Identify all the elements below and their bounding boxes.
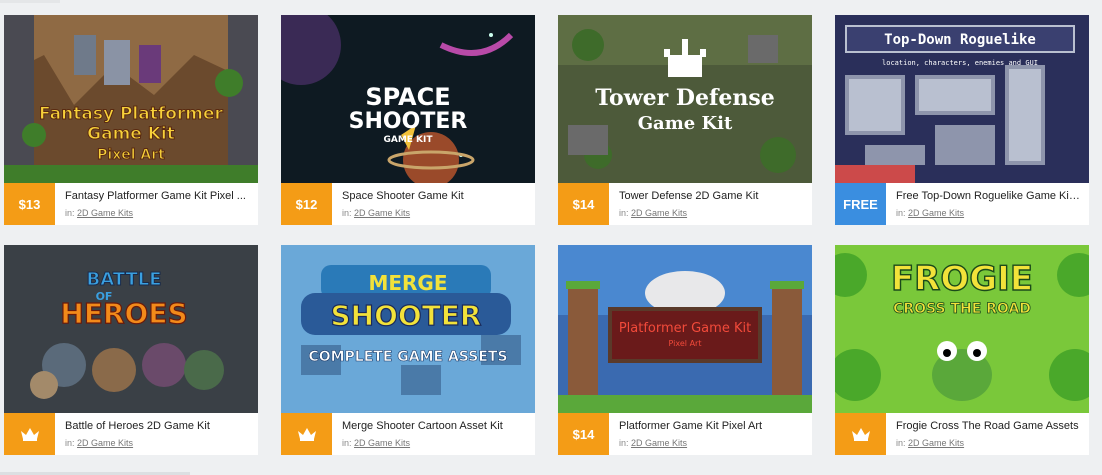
product-title[interactable]: Merge Shooter Cartoon Asset Kit (342, 420, 527, 432)
product-title[interactable]: Free Top-Down Roguelike Game Kit ... (896, 190, 1081, 202)
category-link[interactable]: 2D Game Kits (354, 438, 410, 448)
product-card-platformer-pixel[interactable]: Platformer Game Kit Pixel Art $14 Platfo… (558, 245, 812, 455)
product-title[interactable]: Frogie Cross The Road Game Assets (896, 420, 1081, 432)
product-grid: Fantasy Platformer Game Kit Pixel Art $1… (4, 15, 1089, 455)
category-line: in: 2D Game Kits (65, 208, 250, 218)
crown-icon (20, 428, 39, 441)
product-thumbnail[interactable]: Top-Down Roguelike location, characters,… (835, 15, 1089, 183)
category-prefix: in: (619, 438, 629, 448)
product-title[interactable]: Space Shooter Game Kit (342, 190, 527, 202)
category-link[interactable]: 2D Game Kits (354, 208, 410, 218)
category-line: in: 2D Game Kits (619, 438, 804, 448)
product-thumbnail[interactable]: Fantasy Platformer Game Kit Pixel Art (4, 15, 258, 183)
thumb-subtitle: SHOOTER (331, 299, 482, 332)
product-card-tower-defense[interactable]: Tower Defense Game Kit $14 Tower Defense… (558, 15, 812, 225)
product-thumbnail[interactable]: Platformer Game Kit Pixel Art (558, 245, 812, 413)
category-line: in: 2D Game Kits (896, 438, 1081, 448)
product-card-battle-of-heroes[interactable]: BATTLE OF HEROES Battle of Heroes 2D Gam… (4, 245, 258, 455)
product-card-merge-shooter[interactable]: MERGE SHOOTER COMPLETE GAME ASSETS Merge… (281, 245, 535, 455)
category-prefix: in: (342, 438, 352, 448)
thumb-title: BATTLE (87, 269, 162, 290)
thumb-tagline: GAME KIT (383, 135, 433, 145)
category-link[interactable]: 2D Game Kits (631, 208, 687, 218)
category-line: in: 2D Game Kits (342, 208, 527, 218)
product-card-roguelike[interactable]: Top-Down Roguelike location, characters,… (835, 15, 1089, 225)
product-title[interactable]: Fantasy Platformer Game Kit Pixel ... (65, 190, 250, 202)
category-line: in: 2D Game Kits (65, 438, 250, 448)
price-badge: $12 (281, 183, 332, 225)
product-title[interactable]: Platformer Game Kit Pixel Art (619, 420, 804, 432)
price-badge: $13 (4, 183, 55, 225)
thumb-tagline: Pixel Art (97, 147, 165, 163)
category-prefix: in: (896, 438, 906, 448)
category-line: in: 2D Game Kits (619, 208, 804, 218)
thumb-subtitle: SHOOTER (349, 109, 468, 134)
category-link[interactable]: 2D Game Kits (908, 208, 964, 218)
thumb-tagline: HEROES (60, 297, 187, 330)
category-link[interactable]: 2D Game Kits (77, 208, 133, 218)
product-thumbnail[interactable]: MERGE SHOOTER COMPLETE GAME ASSETS (281, 245, 535, 413)
product-title[interactable]: Battle of Heroes 2D Game Kit (65, 420, 250, 432)
category-line: in: 2D Game Kits (342, 438, 527, 448)
category-link[interactable]: 2D Game Kits (908, 438, 964, 448)
product-card-space-shooter[interactable]: SPACE SHOOTER GAME KIT $12 Space Shooter… (281, 15, 535, 225)
thumb-title: Top-Down Roguelike (884, 32, 1036, 48)
price-badge (4, 413, 55, 455)
thumb-subtitle: CROSS THE ROAD (893, 301, 1031, 317)
thumb-subtitle: Game Kit (87, 124, 175, 144)
product-thumbnail[interactable]: Tower Defense Game Kit (558, 15, 812, 183)
thumb-subtitle: Game Kit (638, 113, 733, 134)
price-badge: $14 (558, 183, 609, 225)
product-card-frogie[interactable]: FROGIE CROSS THE ROAD Frogie Cross The R… (835, 245, 1089, 455)
thumb-subtitle: Pixel Art (669, 339, 702, 348)
price-badge-free: FREE (835, 183, 886, 225)
product-thumbnail[interactable]: FROGIE CROSS THE ROAD (835, 245, 1089, 413)
category-prefix: in: (65, 438, 75, 448)
thumb-title: Fantasy Platformer (39, 104, 223, 124)
price-badge (281, 413, 332, 455)
product-thumbnail[interactable]: BATTLE OF HEROES (4, 245, 258, 413)
crown-icon (851, 428, 870, 441)
category-prefix: in: (342, 208, 352, 218)
category-prefix: in: (896, 208, 906, 218)
product-thumbnail[interactable]: SPACE SHOOTER GAME KIT (281, 15, 535, 183)
top-edge-strip (0, 0, 60, 3)
thumb-title: FROGIE (891, 259, 1033, 299)
category-prefix: in: (65, 208, 75, 218)
thumb-subtitle: location, characters, enemies and GUI (882, 59, 1038, 67)
thumb-title: SPACE (365, 83, 450, 111)
thumb-title: MERGE (368, 271, 447, 295)
category-link[interactable]: 2D Game Kits (77, 438, 133, 448)
crown-icon (297, 428, 316, 441)
price-badge: $14 (558, 413, 609, 455)
category-prefix: in: (619, 208, 629, 218)
category-link[interactable]: 2D Game Kits (631, 438, 687, 448)
product-title[interactable]: Tower Defense 2D Game Kit (619, 190, 804, 202)
thumb-title: Tower Defense (595, 85, 775, 111)
product-card-fantasy-platformer[interactable]: Fantasy Platformer Game Kit Pixel Art $1… (4, 15, 258, 225)
category-line: in: 2D Game Kits (896, 208, 1081, 218)
price-badge (835, 413, 886, 455)
thumb-tagline: COMPLETE GAME ASSETS (308, 349, 507, 365)
thumb-title: Platformer Game Kit (619, 321, 751, 336)
